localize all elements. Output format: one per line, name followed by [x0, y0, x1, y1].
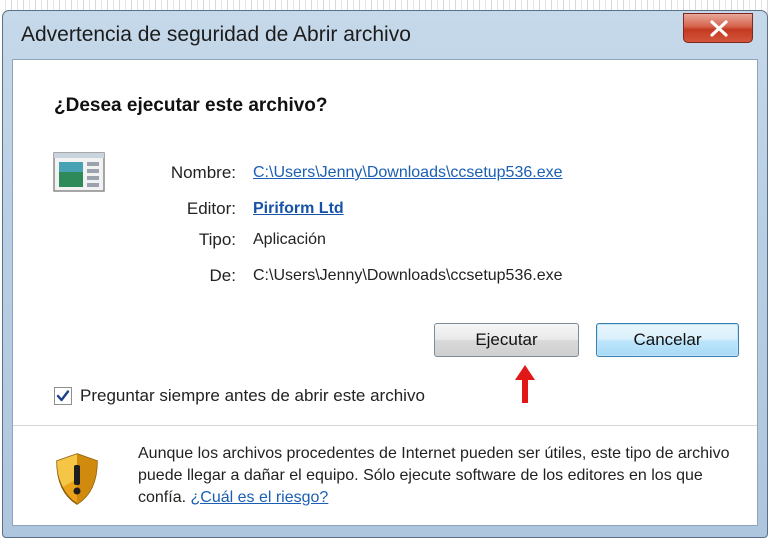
title-bar[interactable]: Advertencia de seguridad de Abrir archiv…	[3, 11, 767, 59]
dialog-body: ¿Desea ejecutar este archivo? Nombre: C:…	[12, 59, 758, 526]
dialog-question: ¿Desea ejecutar este archivo?	[54, 95, 328, 116]
checkmark-icon	[56, 390, 70, 402]
red-arrow-annotation	[515, 365, 535, 403]
type-value: Aplicación	[253, 231, 326, 248]
always-ask-checkbox[interactable]	[54, 387, 72, 405]
warning-section: Aunque los archivos procedentes de Inter…	[13, 426, 757, 525]
always-ask-label[interactable]: Preguntar siempre antes de abrir este ar…	[80, 386, 425, 406]
warning-message: Aunque los archivos procedentes de Inter…	[138, 443, 750, 509]
from-value: C:\Users\Jenny\Downloads\ccsetup536.exe	[253, 267, 563, 284]
publisher-label: Editor:	[186, 199, 236, 218]
close-icon	[710, 20, 728, 37]
security-shield-icon	[56, 453, 98, 505]
publisher-link[interactable]: Piriform Ltd	[253, 200, 344, 218]
cancel-button[interactable]: Cancelar	[596, 323, 739, 357]
name-link[interactable]: C:\Users\Jenny\Downloads\ccsetup536.exe	[253, 164, 563, 182]
run-button[interactable]: Ejecutar	[434, 323, 579, 357]
security-warning-dialog: Advertencia de seguridad de Abrir archiv…	[2, 10, 768, 538]
close-button[interactable]	[683, 13, 753, 43]
type-label: Tipo:	[198, 230, 236, 249]
window-title: Advertencia de seguridad de Abrir archiv…	[21, 23, 411, 46]
from-label: De:	[209, 266, 236, 285]
name-label: Nombre:	[170, 163, 236, 182]
risk-link[interactable]: ¿Cuál es el riesgo?	[190, 489, 328, 506]
